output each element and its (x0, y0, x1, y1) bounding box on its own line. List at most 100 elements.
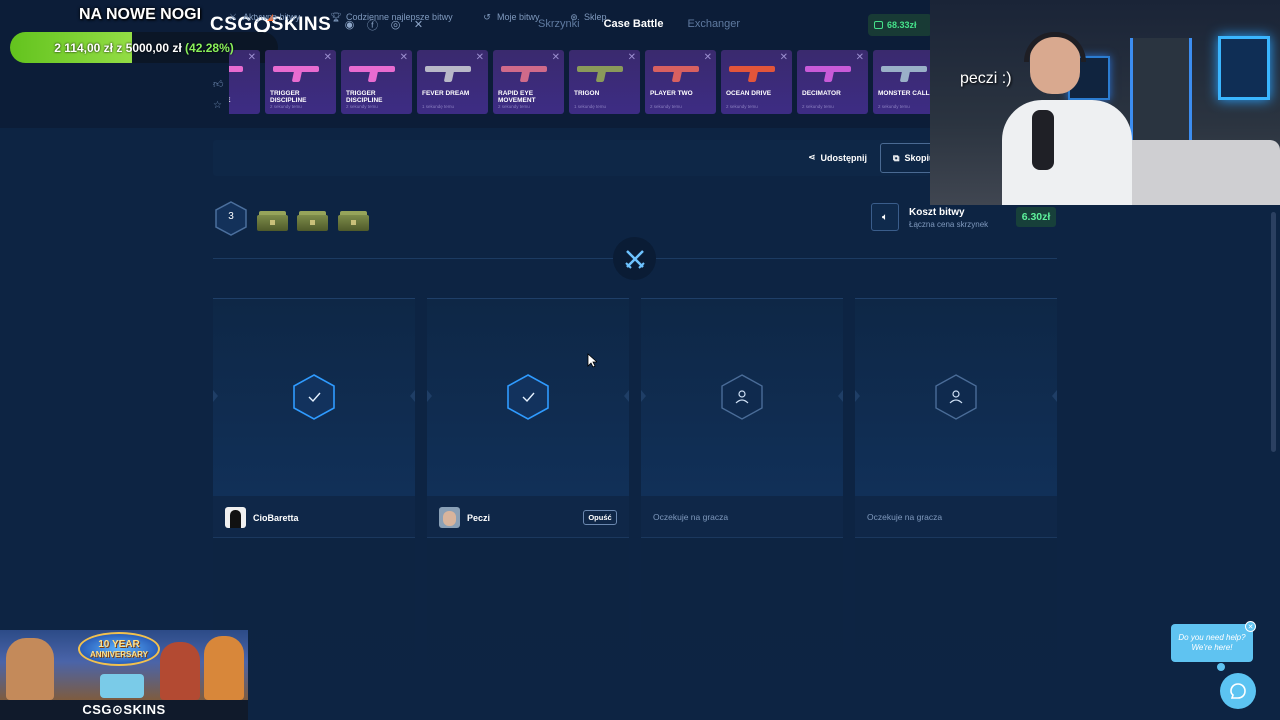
close-icon[interactable]: ✕ (628, 52, 636, 63)
case-item[interactable] (338, 211, 369, 231)
live-drop-card[interactable]: FEVER DREAM 1 sekundę temu ✕ (417, 50, 488, 114)
drop-time: 1 sekundę temu (422, 104, 455, 109)
weapon-icon (229, 62, 251, 80)
leave-battle-button[interactable]: Opuść (583, 510, 617, 525)
live-drops-strip: TRIGGER DISCIPLINE1 sekundę temu✕TRIGGER… (229, 50, 930, 116)
weapon-grip (519, 70, 531, 82)
battle-cost-value: 6.30zł (1016, 207, 1056, 227)
streamer-torso (1002, 100, 1132, 205)
case-lock (270, 220, 275, 225)
live-drop-card[interactable]: TRIGGER DISCIPLINE 2 sekundy temu ✕ (341, 50, 412, 114)
empty-seat-user-icon[interactable] (721, 374, 763, 420)
avatar-face (443, 511, 456, 526)
reel-marker-left (641, 390, 646, 402)
goal-progress-text: 2 114,00 zł z 5000,00 zł (42.28%) (10, 41, 278, 55)
history-icon: ↺ (483, 11, 491, 22)
waiting-for-player-text: Oczekuje na gracza (653, 512, 729, 522)
tab-active-battles[interactable]: ⚔ Aktywne bitwy (228, 12, 300, 23)
tab-shop[interactable]: ⊛ Sklep (569, 11, 607, 23)
close-icon[interactable]: ✕ (476, 52, 484, 63)
webcam-caption: peczi :) (960, 70, 1012, 87)
live-drops-list: TRIGGER DISCIPLINE1 sekundę temu✕TRIGGER… (229, 50, 930, 114)
ready-check-icon (507, 374, 549, 420)
case-lock (351, 220, 356, 225)
live-drop-card[interactable]: TRIGGER DISCIPLINE 2 sekundy temu ✕ (265, 50, 336, 114)
drop-skin-name: TRIGGER DISCIPLINE (270, 90, 307, 104)
wallet-icon (874, 21, 883, 29)
weapon-barrel (229, 66, 243, 72)
help-bubble[interactable]: Do you need help? We're here! (1171, 624, 1253, 662)
drop-time: 2 sekundy temu (878, 104, 910, 109)
rounds-counter: 3 (215, 201, 247, 236)
case-item[interactable] (297, 211, 328, 231)
banner-character (204, 636, 244, 700)
sound-toggle-button[interactable]: 🔈︎ (871, 203, 899, 231)
page-scrollbar[interactable] (1271, 212, 1276, 452)
close-icon[interactable]: ✕ (780, 52, 788, 63)
close-icon[interactable]: ✕ (1245, 621, 1256, 632)
share-button[interactable]: ⋖ Udostępnij (808, 152, 867, 163)
shop-basket-icon: ⊛ (570, 11, 578, 22)
drop-time: 2 sekundy temu (650, 104, 682, 109)
goal-title: NA NOWE NOGI (79, 6, 202, 23)
reel-marker-left (213, 390, 218, 402)
tab-my-battles[interactable]: ↺ Moje bitwy (482, 11, 539, 23)
weapon-grip (443, 70, 455, 82)
empty-seat-user-icon[interactable] (935, 374, 977, 420)
speaker-icon: 🔈︎ (882, 211, 888, 223)
thumbs-up-icon[interactable]: 👍︎ (213, 78, 223, 90)
close-icon[interactable]: ✕ (856, 52, 864, 63)
share-icon: ⋖ (808, 152, 816, 162)
reel-marker-left (855, 390, 860, 402)
drop-skin-name: DECIMATOR (802, 90, 841, 97)
weapon-icon (881, 62, 930, 82)
ready-check-icon (293, 374, 335, 420)
anniversary-line1: 10 YEAR (98, 639, 140, 650)
balance-badge[interactable]: 68.33zł (868, 14, 932, 36)
nav-exchanger[interactable]: Exchanger (687, 18, 740, 30)
weapon-icon (805, 62, 859, 82)
goal-separator: z (116, 40, 123, 55)
star-icon[interactable]: ☆ (213, 100, 223, 111)
live-drop-card[interactable]: TRIGON 1 sekundę temu ✕ (569, 50, 640, 114)
anniversary-banner[interactable]: 10 YEAR ANNIVERSARY CSG⊙SKINS (0, 630, 248, 720)
live-drop-card[interactable]: MONSTER CALL2 sekundy temu✕ (873, 50, 930, 114)
weapon-grip (291, 70, 303, 82)
tab-shop-label: Sklep (584, 12, 607, 22)
player-name: CioBaretta (253, 512, 299, 523)
case-lock (310, 220, 315, 225)
drop-time: 2 sekundy temu (270, 104, 302, 109)
case-item[interactable] (257, 211, 288, 231)
drop-skin-name: MONSTER CALL (878, 90, 930, 97)
live-drop-card[interactable]: OCEAN DRIVE 2 sekundy temu ✕ (721, 50, 792, 114)
reel-marker-right (1052, 390, 1057, 402)
live-drop-card[interactable]: PLAYER TWO 2 sekundy temu ✕ (645, 50, 716, 114)
tab-daily-best[interactable]: 🏆︎ Codzienne najlepsze bitwy (330, 12, 452, 23)
live-drop-card[interactable]: RAPID EYE MOVEMENT 2 sekundy temu ✕ (493, 50, 564, 114)
weapon-grip (671, 70, 683, 82)
help-bubble-tail (1217, 663, 1225, 671)
player-slot-3: Oczekuje na gracza (641, 298, 843, 538)
weapon-icon (273, 62, 327, 82)
drop-skin-name: TRIGON (574, 90, 600, 97)
close-icon[interactable]: ✕ (400, 52, 408, 63)
nav-case-battle[interactable]: Case Battle (604, 18, 664, 30)
live-drop-card[interactable]: TRIGGER DISCIPLINE1 sekundę temu✕ (229, 50, 260, 114)
chat-launcher-button[interactable] (1220, 673, 1256, 709)
reel-marker-right (838, 390, 843, 402)
anniversary-line2: ANNIVERSARY (90, 650, 148, 659)
close-icon[interactable]: ✕ (324, 52, 332, 63)
weapon-grip (595, 70, 607, 82)
microphone-icon (1032, 110, 1054, 170)
drop-time: 2 sekundy temu (346, 104, 378, 109)
player-info[interactable]: Peczi (439, 507, 490, 528)
player-name: Peczi (467, 512, 491, 523)
player-info[interactable]: CioBaretta (225, 507, 299, 528)
share-label: Udostępnij (820, 152, 868, 163)
goal-current: 2 114,00 zł (54, 40, 113, 55)
weapon-grip (823, 70, 835, 82)
close-icon[interactable]: ✕ (552, 52, 560, 63)
close-icon[interactable]: ✕ (704, 52, 712, 63)
player-slot-2: Peczi Opuść (427, 298, 629, 538)
live-drop-card[interactable]: DECIMATOR 2 sekundy temu ✕ (797, 50, 868, 114)
